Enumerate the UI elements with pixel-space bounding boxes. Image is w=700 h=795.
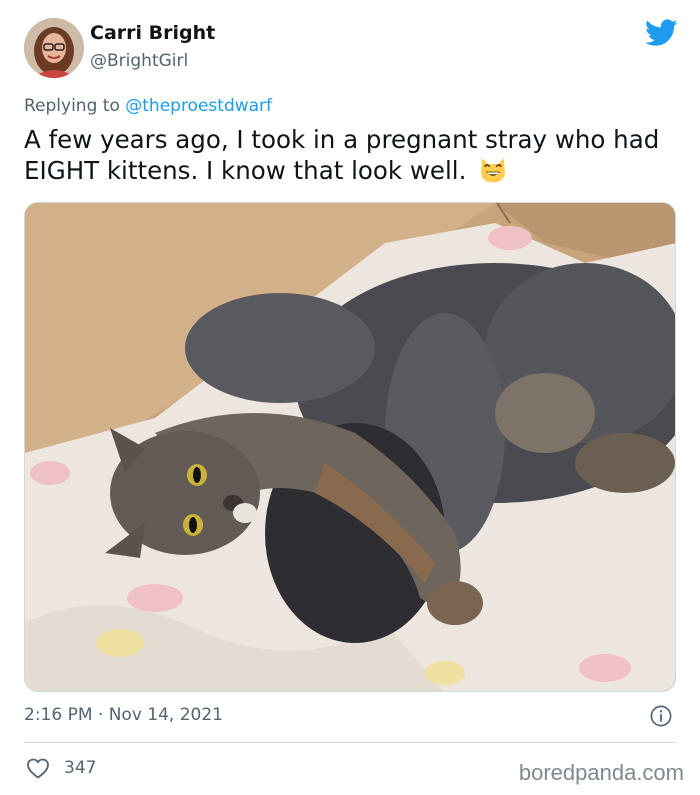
divider bbox=[24, 742, 676, 743]
like-button[interactable]: 347 bbox=[26, 757, 96, 779]
like-count: 347 bbox=[64, 758, 97, 778]
heart-icon bbox=[27, 758, 49, 779]
author-avatar[interactable] bbox=[24, 18, 84, 78]
replying-to-line: Replying to @theproestdwarf bbox=[24, 96, 272, 116]
watermark: boredpanda.com bbox=[518, 760, 684, 785]
replying-prefix: Replying to bbox=[24, 96, 120, 116]
info-icon[interactable] bbox=[650, 705, 672, 727]
tweet-timestamp[interactable]: 2:16 PM · Nov 14, 2021 bbox=[24, 705, 223, 725]
twitter-bird-icon[interactable] bbox=[645, 19, 678, 47]
tweet-photo[interactable] bbox=[24, 202, 676, 692]
tweet-text: A few years ago, I took in a pregnant st… bbox=[24, 124, 664, 186]
replying-to-link[interactable]: @theproestdwarf bbox=[125, 96, 272, 116]
author-handle[interactable]: @BrightGirl bbox=[90, 51, 188, 71]
author-name[interactable]: Carri Bright bbox=[90, 22, 215, 44]
cat-with-kittens-photo bbox=[25, 203, 675, 691]
grinning-cat-emoji-icon bbox=[481, 158, 506, 183]
tweet-body: A few years ago, I took in a pregnant st… bbox=[24, 125, 660, 185]
